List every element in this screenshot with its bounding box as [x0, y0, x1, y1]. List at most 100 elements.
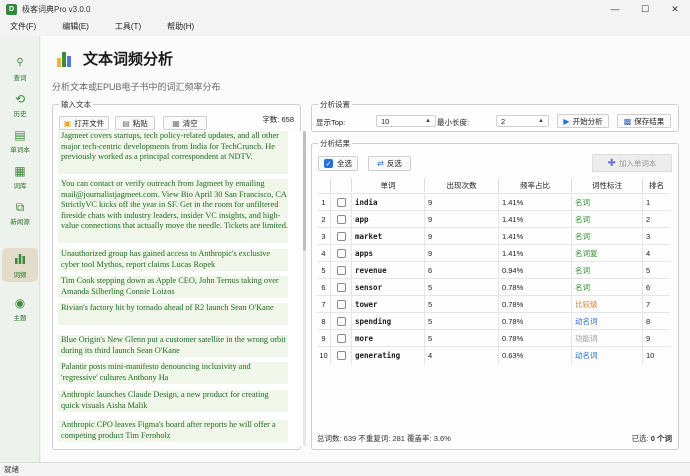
sidebar-item-label: 词库 — [13, 182, 27, 190]
rank-cell: 6 — [646, 283, 651, 292]
column-header-ratio[interactable]: 频率占比 — [499, 178, 572, 192]
table-row[interactable]: 4 apps 9 1.41% 名词复 4 — [317, 244, 670, 262]
row-checkbox-cell[interactable] — [331, 245, 352, 262]
row-checkbox[interactable] — [336, 198, 346, 207]
row-checkbox-cell[interactable] — [331, 211, 352, 228]
row-checkbox[interactable] — [336, 317, 346, 326]
text-scrollbar[interactable] — [303, 131, 306, 446]
table-row[interactable]: 7 tower 5 0.78% 比较级 7 — [317, 295, 670, 313]
clear-button[interactable]: ▦ 清空 — [163, 116, 207, 130]
word-cell: sensor — [352, 279, 425, 296]
count-cell: 5 — [425, 296, 499, 313]
column-header-pos[interactable]: 词性标注 — [572, 178, 643, 192]
row-number: 4 — [317, 245, 331, 262]
row-checkbox[interactable] — [336, 300, 346, 309]
table-row[interactable]: 6 sensor 5 0.78% 名词 6 — [317, 278, 670, 296]
button-label: 打开文件 — [74, 118, 105, 128]
row-number: 6 — [317, 279, 331, 296]
word-cell: app — [352, 211, 425, 228]
min-length-value: 2 — [501, 116, 506, 126]
rank-cell: 9 — [646, 334, 651, 343]
chart-icon — [57, 51, 73, 67]
invert-selection-button[interactable]: ⇄ 反选 — [368, 156, 411, 171]
button-label: 开始分析 — [572, 116, 603, 126]
row-checkbox-cell[interactable] — [331, 262, 352, 279]
sidebar: ⚲ 查词 ⟲ 历史 ▤ 单词本 ▦ 词库 ⧉ 新闻源 词频 ◉ 主题 — [0, 36, 40, 462]
ratio-cell: 1.41% — [499, 228, 572, 245]
column-header-word[interactable]: 单词 — [352, 178, 425, 192]
table-row[interactable]: 9 more 5 0.78% 功能词 9 — [317, 329, 670, 347]
sidebar-item-library[interactable]: ▦ 词库 — [2, 160, 38, 194]
text-paragraph: Anthropic launches Claude Design, a new … — [58, 390, 288, 412]
row-checkbox[interactable] — [336, 334, 346, 343]
close-button[interactable]: ✕ — [660, 0, 690, 18]
word-cell: tower — [352, 296, 425, 313]
add-to-notebook-button[interactable]: ✚ 加入单词本 — [592, 154, 672, 172]
menu-help[interactable]: 帮助(H) — [167, 21, 194, 32]
row-checkbox[interactable] — [336, 351, 346, 360]
sidebar-item-news[interactable]: ⧉ 新闻源 — [2, 196, 38, 230]
row-checkbox-cell[interactable] — [331, 228, 352, 245]
ratio-cell: 1.41% — [499, 211, 572, 228]
paste-button[interactable]: ▤ 粘贴 — [115, 116, 155, 130]
row-checkbox[interactable] — [336, 232, 346, 241]
row-checkbox[interactable] — [336, 249, 346, 258]
button-label: 清空 — [182, 118, 198, 128]
scroll-thumb[interactable] — [303, 131, 306, 251]
table-row[interactable]: 1 india 9 1.41% 名词 1 — [317, 193, 670, 211]
pos-cell: 比较级 — [572, 296, 643, 313]
row-checkbox-cell[interactable] — [331, 313, 352, 330]
start-analysis-button[interactable]: ▶ 开始分析 — [557, 114, 609, 128]
row-checkbox[interactable] — [336, 215, 346, 224]
top-select[interactable]: 10 ▲︎ — [376, 115, 436, 127]
save-results-button[interactable]: ▩ 保存结果 — [617, 114, 671, 128]
open-file-button[interactable]: ▣ 打开文件 — [59, 116, 109, 130]
chevron-down-icon: ▲︎ — [425, 118, 431, 124]
pos-cell: 动名词 — [572, 313, 643, 330]
clipboard-icon: ▤ — [122, 118, 130, 128]
maximize-button[interactable]: ☐ — [630, 0, 660, 18]
page-header: 文本词频分析 — [57, 48, 173, 69]
table-row[interactable]: 10 generating 4 0.63% 动名词 10 — [317, 346, 670, 364]
row-checkbox-cell[interactable] — [331, 194, 352, 211]
settings-group: 分析设置 显示Top: 10 ▲︎ 最小长度: 2 ▲︎ ▶ 开始分析 ▩ 保存… — [311, 99, 679, 132]
text-input[interactable]: Jagmeet covers startups, tech policy-rel… — [58, 131, 302, 446]
minimize-button[interactable]: — — [600, 0, 630, 18]
sidebar-item-notebook[interactable]: ▤ 单词本 — [2, 124, 38, 158]
row-number: 1 — [317, 194, 331, 211]
row-checkbox-cell[interactable] — [331, 296, 352, 313]
text-paragraph: Tim Cook stepping down as Apple CEO, Joh… — [58, 276, 288, 298]
text-paragraph: Rivian's factory hit by tornado ahead of… — [58, 303, 288, 325]
input-text-group: 输入文本 ▣ 打开文件 ▤ 粘贴 ▦ 清空 字数: 658 Jagmeet co… — [52, 99, 306, 450]
row-checkbox[interactable] — [336, 283, 346, 292]
sidebar-item-frequency[interactable]: 词频 — [2, 248, 38, 282]
select-all-button[interactable]: ✓ 全选 — [318, 156, 358, 171]
ratio-cell: 0.78% — [499, 330, 572, 347]
count-cell: 9 — [425, 245, 499, 262]
menu-tools[interactable]: 工具(T) — [115, 21, 141, 32]
table-row[interactable]: 3 market 9 1.41% 名词 3 — [317, 227, 670, 245]
count-cell: 5 — [425, 313, 499, 330]
rank-cell: 2 — [646, 215, 651, 224]
column-header-rank[interactable]: 排名 — [643, 178, 670, 192]
column-header-count[interactable]: 出现次数 — [425, 178, 499, 192]
row-checkbox-cell[interactable] — [331, 347, 352, 364]
table-row[interactable]: 2 app 9 1.41% 名词 2 — [317, 210, 670, 228]
sidebar-item-theme[interactable]: ◉ 主题 — [2, 292, 38, 326]
status-bar: 就绪 — [0, 462, 690, 476]
table-row[interactable]: 8 spending 5 0.78% 动名词 8 — [317, 312, 670, 330]
menu-edit[interactable]: 编辑(E) — [62, 21, 89, 32]
count-cell: 5 — [425, 279, 499, 296]
sidebar-item-history[interactable]: ⟲ 历史 — [2, 88, 38, 122]
rank-cell: 7 — [646, 300, 651, 309]
table-row[interactable]: 5 revenue 6 0.94% 名词 5 — [317, 261, 670, 279]
row-checkbox-cell[interactable] — [331, 279, 352, 296]
min-length-select[interactable]: 2 ▲︎ — [496, 115, 549, 127]
button-label: 反选 — [386, 159, 402, 168]
menu-file[interactable]: 文件(F) — [10, 21, 36, 32]
row-checkbox[interactable] — [336, 266, 346, 275]
count-cell: 6 — [425, 262, 499, 279]
row-checkbox-cell[interactable] — [331, 330, 352, 347]
sidebar-item-lookup[interactable]: ⚲ 查词 — [2, 52, 38, 86]
ratio-cell: 0.63% — [499, 347, 572, 364]
